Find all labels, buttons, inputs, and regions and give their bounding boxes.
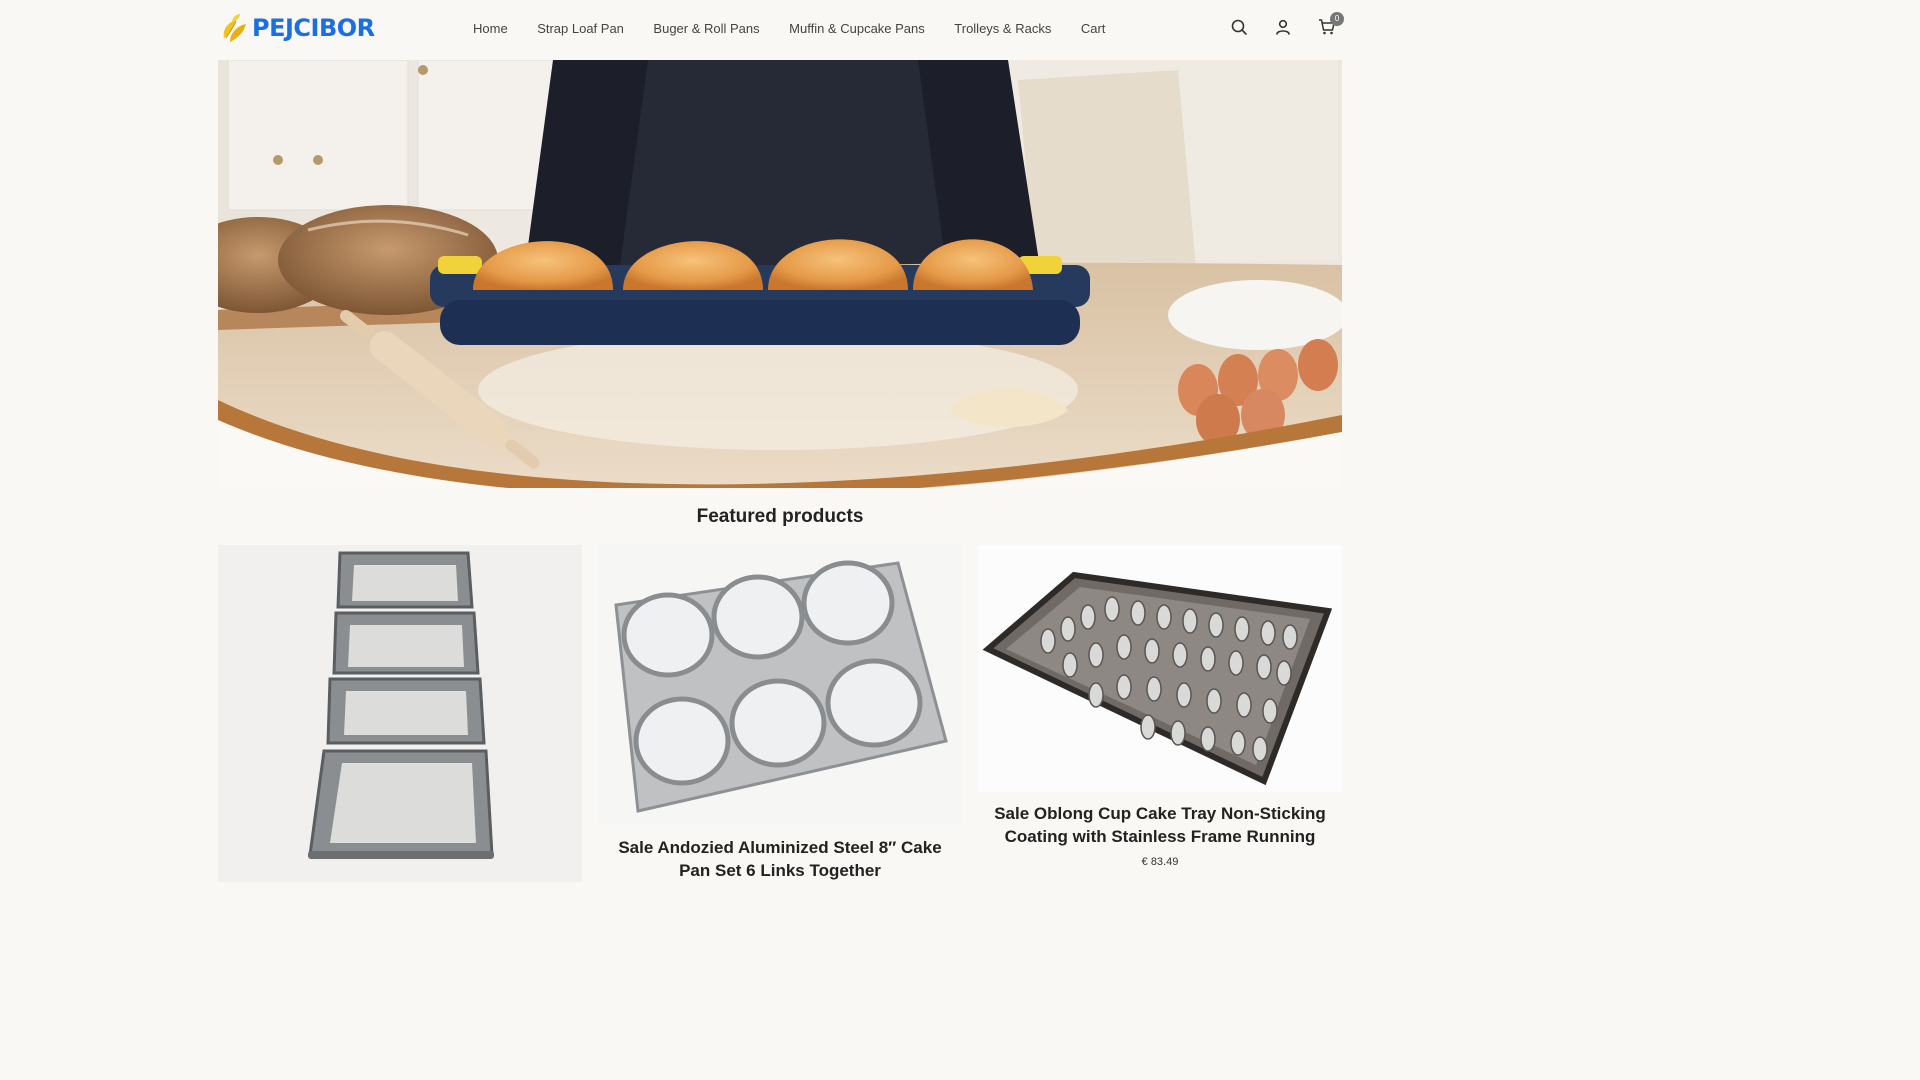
cart-count-badge: 0 (1330, 12, 1344, 26)
hero-image (218, 60, 1342, 488)
logo-icon (223, 14, 246, 42)
brand-name: PEJCIBOR (252, 14, 375, 42)
featured-products-title: Featured products (696, 506, 864, 527)
nav-cart[interactable]: Cart (1081, 21, 1106, 36)
search-icon[interactable] (1230, 18, 1248, 36)
nav-trolleys-racks[interactable]: Trolleys & Racks (954, 21, 1051, 36)
oblong-cupcake-tray-image (978, 545, 1342, 792)
cart-button[interactable]: 0 (1318, 12, 1344, 36)
header-actions: 0 (1230, 12, 1344, 36)
product-card[interactable]: Sale Andozied Aluminized Steel 8″ Cake P… (598, 545, 962, 882)
product-title[interactable]: Sale Andozied Aluminized Steel 8″ Cake P… (598, 836, 962, 882)
product-title[interactable]: Sale Oblong Cup Cake Tray Non-Sticking C… (978, 802, 1342, 848)
nav-home[interactable]: Home (473, 21, 508, 36)
strap-loaf-pan-image (218, 545, 582, 882)
hero-banner[interactable] (218, 60, 1342, 488)
product-card[interactable] (218, 545, 582, 882)
nav-muffin-cupcake-pans[interactable]: Muffin & Cupcake Pans (789, 21, 925, 36)
product-card[interactable]: Sale Oblong Cup Cake Tray Non-Sticking C… (978, 545, 1342, 868)
nav-buger-roll-pans[interactable]: Buger & Roll Pans (653, 21, 759, 36)
nav-strap-loaf-pan[interactable]: Strap Loaf Pan (537, 21, 624, 36)
product-image-oblong-tray[interactable] (978, 545, 1342, 792)
site-header: PEJCIBOR Home Strap Loaf Pan Buger & Rol… (0, 0, 1568, 60)
user-icon[interactable] (1274, 18, 1292, 36)
round-cake-pan-set-image (598, 545, 962, 825)
product-image-cake-pan-set[interactable] (598, 545, 962, 825)
product-price: € 83.49 (1141, 856, 1179, 868)
brand-logo[interactable]: PEJCIBOR (220, 12, 375, 44)
main-nav: Home Strap Loaf Pan Buger & Roll Pans Mu… (473, 21, 1135, 36)
product-image-strap-loaf-pan[interactable] (218, 545, 582, 882)
